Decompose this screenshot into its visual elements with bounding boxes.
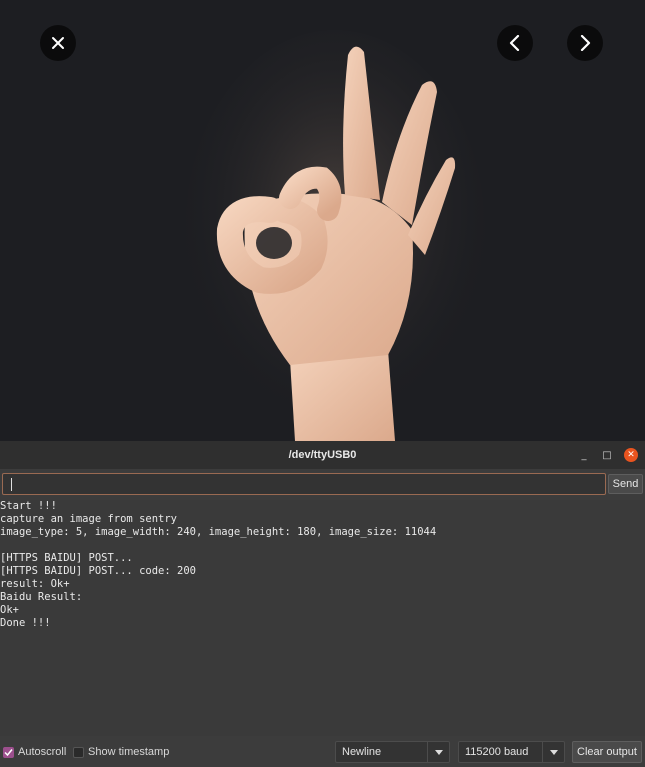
output-line: Start !!! bbox=[0, 500, 57, 512]
window-title: /dev/ttyUSB0 bbox=[288, 449, 357, 461]
serial-output[interactable]: Start !!! capture an image from sentry ima… bbox=[0, 500, 645, 736]
status-bar: Autoscroll Show timestamp Newline 115200… bbox=[0, 739, 645, 767]
output-line: Baidu Result: bbox=[0, 591, 83, 603]
serial-input-field[interactable] bbox=[2, 473, 606, 495]
output-line: Ok+ bbox=[0, 604, 19, 616]
viewer-next-button[interactable] bbox=[567, 25, 603, 61]
checkmark-icon bbox=[4, 749, 13, 757]
output-line: capture an image from sentry bbox=[0, 513, 178, 525]
line-ending-select[interactable]: Newline bbox=[335, 741, 450, 763]
titlebar[interactable]: /dev/ttyUSB0 _ □ ✕ bbox=[0, 441, 645, 469]
chevron-down-icon bbox=[542, 742, 564, 762]
show-timestamp-checkbox[interactable] bbox=[73, 747, 84, 758]
output-line: [HTTPS BAIDU] POST... code: 200 bbox=[0, 565, 196, 577]
chevron-down-icon bbox=[427, 742, 449, 762]
maximize-button[interactable]: □ bbox=[600, 448, 614, 462]
output-line: image_type: 5, image_width: 240, image_h… bbox=[0, 526, 437, 538]
output-line: result: Ok+ bbox=[0, 578, 70, 590]
baud-rate-select[interactable]: 115200 baud bbox=[458, 741, 565, 763]
clear-output-button[interactable]: Clear output bbox=[572, 741, 642, 763]
output-line: Done !!! bbox=[0, 617, 51, 629]
hand-ok-gesture-photo bbox=[185, 30, 485, 441]
line-ending-value: Newline bbox=[342, 746, 382, 758]
minimize-button[interactable]: _ bbox=[577, 448, 591, 462]
text-caret bbox=[11, 478, 12, 491]
viewer-close-button[interactable] bbox=[40, 25, 76, 61]
autoscroll-checkbox[interactable] bbox=[3, 747, 14, 758]
output-line: [HTTPS BAIDU] POST... bbox=[0, 552, 133, 564]
baud-rate-value: 115200 baud bbox=[465, 746, 529, 758]
show-timestamp-label: Show timestamp bbox=[88, 746, 170, 758]
chevron-right-icon bbox=[580, 35, 591, 51]
chevron-left-icon bbox=[509, 35, 520, 51]
autoscroll-label: Autoscroll bbox=[18, 746, 67, 758]
serial-monitor-window: /dev/ttyUSB0 _ □ ✕ Send Start !!! capture… bbox=[0, 441, 645, 767]
image-viewer bbox=[0, 0, 645, 441]
send-button[interactable]: Send bbox=[608, 474, 643, 494]
send-row: Send bbox=[0, 471, 645, 498]
close-icon bbox=[52, 37, 64, 49]
window-close-button[interactable]: ✕ bbox=[624, 448, 638, 462]
